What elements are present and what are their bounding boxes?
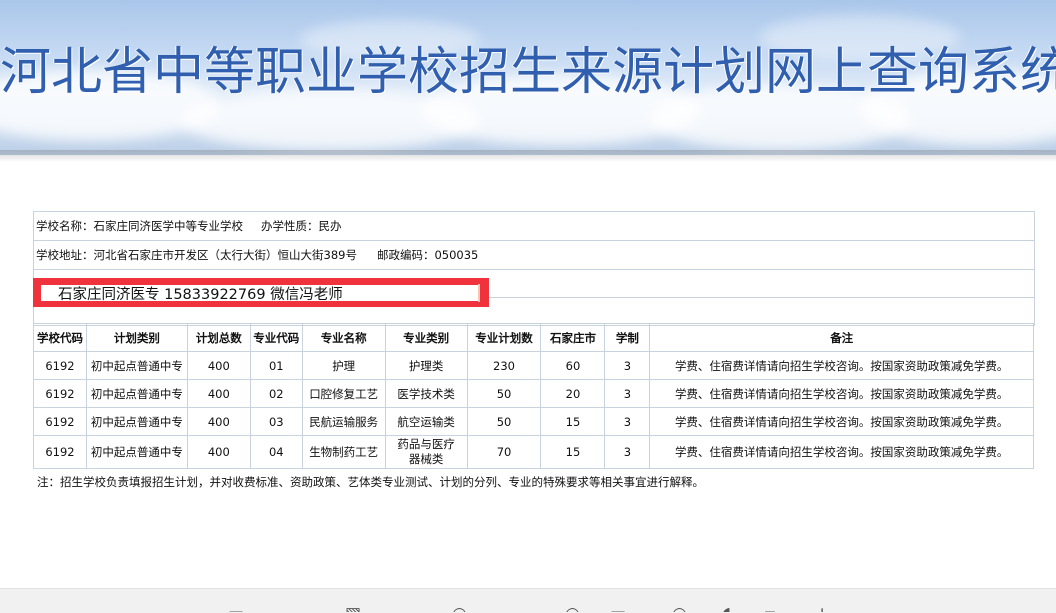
major-category-cell: 护理类 xyxy=(384,351,468,380)
toolbar-icon[interactable]: + xyxy=(815,604,829,612)
major-plan-cell: 230 xyxy=(466,351,542,380)
major-name-cell: 民航运输服务 xyxy=(301,407,386,436)
duration-cell: 3 xyxy=(604,379,651,408)
city-quota-cell: 60 xyxy=(540,351,606,380)
toolbar-icon[interactable]: ◖ xyxy=(722,604,731,612)
school-code-cell: 6192 xyxy=(33,379,87,408)
major-category-cell: 医学技术类 xyxy=(384,379,468,408)
col-header: 专业计划数 xyxy=(466,323,542,352)
school-address: 学校地址：河北省石家庄市开发区（太行大街）恒山大街389号 xyxy=(36,248,357,262)
school-code-cell: 6192 xyxy=(33,351,87,380)
plan-type-cell: 初中起点普通中专 xyxy=(85,351,188,380)
major-code-cell: 03 xyxy=(249,407,303,436)
plan-type-cell: 初中起点普通中专 xyxy=(85,407,188,436)
city-quota-cell: 15 xyxy=(540,435,606,469)
major-code-cell: 01 xyxy=(249,351,303,380)
major-code-cell: 04 xyxy=(249,435,303,469)
toolbar-icon[interactable]: ▱ xyxy=(762,604,775,612)
school-code-cell: 6192 xyxy=(33,435,87,469)
duration-cell: 3 xyxy=(604,435,651,469)
city-quota-cell: 20 xyxy=(540,379,606,408)
col-header: 专业名称 xyxy=(301,323,386,352)
remark-cell: 学费、住宿费详情请向招生学校咨询。按国家资助政策减免学费。 xyxy=(649,407,1034,436)
banner-shadow xyxy=(0,150,1056,162)
bottom-toolbar xyxy=(0,588,1056,613)
overlay-contact-text: 石家庄同济医专 15833922769 微信冯老师 xyxy=(58,287,343,303)
school-nature: 办学性质：民办 xyxy=(261,219,342,233)
table-row: 6192 初中起点普通中专 400 04 生物制药工艺 药品与医疗器械类 70 … xyxy=(33,435,1034,469)
school-name: 学校名称：石家庄同济医学中等专业学校 xyxy=(36,219,243,233)
remark-cell: 学费、住宿费详情请向招生学校咨询。按国家资助政策减免学费。 xyxy=(649,379,1034,408)
footnote: 注：招生学校负责填报招生计划，并对收费标准、资助政策、艺体类专业测试、计划的分列… xyxy=(37,475,704,489)
duration-cell: 3 xyxy=(604,407,651,436)
enrollment-plan-table: 学校代码 计划类别 计划总数 专业代码 专业名称 专业类别 专业计划数 石家庄市… xyxy=(33,323,1034,469)
major-name-cell: 生物制药工艺 xyxy=(301,435,386,469)
city-quota-cell: 15 xyxy=(540,407,606,436)
remark-cell: 学费、住宿费详情请向招生学校咨询。按国家资助政策减免学费。 xyxy=(649,435,1034,469)
plan-total-cell: 400 xyxy=(186,407,251,436)
toolbar-icon[interactable]: ⌐ xyxy=(405,604,419,612)
toolbar-icon[interactable]: ⌐ xyxy=(288,604,302,612)
plan-type-cell: 初中起点普通中专 xyxy=(85,435,188,469)
major-plan-cell: 50 xyxy=(466,407,542,436)
header-banner: 河北省中等职业学校招生来源计划网上查询系统 xyxy=(0,0,1056,155)
duration-cell: 3 xyxy=(604,351,651,380)
plan-total-cell: 400 xyxy=(186,379,251,408)
plan-total-cell: 400 xyxy=(186,435,251,469)
col-header: 专业代码 xyxy=(249,323,303,352)
redaction-edge xyxy=(478,284,480,302)
remark-cell: 学费、住宿费详情请向招生学校咨询。按国家资助政策减免学费。 xyxy=(649,351,1034,380)
major-plan-cell: 70 xyxy=(466,435,542,469)
table-row: 6192 初中起点普通中专 400 03 民航运输服务 航空运输类 50 15 … xyxy=(33,407,1034,436)
major-name-cell: 护理 xyxy=(301,351,386,380)
school-address-row: 学校地址：河北省石家庄市开发区（太行大街）恒山大街389号 邮政编码：050035 xyxy=(34,241,1034,270)
table-header-row: 学校代码 计划类别 计划总数 专业代码 专业名称 专业类别 专业计划数 石家庄市… xyxy=(33,323,1034,352)
school-info-panel: 学校名称：石家庄同济医学中等专业学校 办学性质：民办 学校地址：河北省石家庄市开发… xyxy=(33,211,1035,326)
col-header: 计划类别 xyxy=(85,323,188,352)
toolbar-icon[interactable]: ○ xyxy=(452,604,467,612)
school-name-row: 学校名称：石家庄同济医学中等专业学校 办学性质：民办 xyxy=(34,212,1034,241)
col-header: 学校代码 xyxy=(33,323,87,352)
site-title: 河北省中等职业学校招生来源计划网上查询系统 xyxy=(0,43,1056,102)
table-row: 6192 初中起点普通中专 400 02 口腔修复工艺 医学技术类 50 20 … xyxy=(33,379,1034,408)
toolbar-icon[interactable]: ▭ xyxy=(228,604,244,612)
plan-total-cell: 400 xyxy=(186,351,251,380)
col-header: 计划总数 xyxy=(186,323,251,352)
col-header: 备注 xyxy=(649,323,1034,352)
toolbar-icon[interactable]: ○ xyxy=(672,604,687,612)
toolbar-icon[interactable]: ▧ xyxy=(345,604,361,612)
col-header: 学制 xyxy=(604,323,651,352)
major-category-cell: 航空运输类 xyxy=(384,407,468,436)
col-header: 石家庄市 xyxy=(540,323,606,352)
major-name-cell: 口腔修复工艺 xyxy=(301,379,386,408)
table-row: 6192 初中起点普通中专 400 01 护理 护理类 230 60 3 学费、… xyxy=(33,351,1034,380)
major-plan-cell: 50 xyxy=(466,379,542,408)
col-header: 专业类别 xyxy=(384,323,468,352)
toolbar-icon[interactable]: ○ xyxy=(565,604,580,612)
school-code-cell: 6192 xyxy=(33,407,87,436)
major-category-cell: 药品与医疗器械类 xyxy=(384,435,468,469)
postcode: 邮政编码：050035 xyxy=(376,248,479,262)
toolbar-icon[interactable]: ▭ xyxy=(610,604,626,612)
plan-type-cell: 初中起点普通中专 xyxy=(85,379,188,408)
major-code-cell: 02 xyxy=(249,379,303,408)
